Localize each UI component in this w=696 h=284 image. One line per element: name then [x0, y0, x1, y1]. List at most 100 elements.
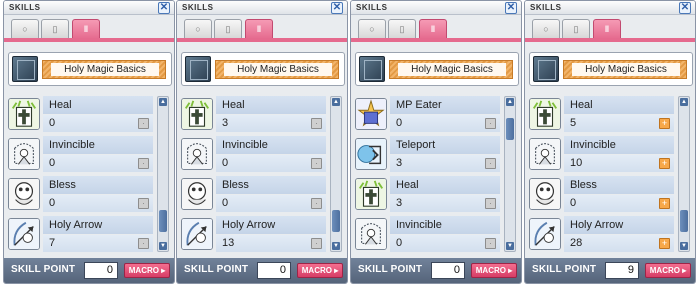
skill-level: 0: [49, 157, 56, 169]
level-up-button[interactable]: +: [659, 158, 670, 169]
scroll-thumb[interactable]: [680, 210, 688, 232]
macro-button[interactable]: MACRO ▸: [124, 263, 170, 278]
invincible-icon[interactable]: [529, 138, 561, 170]
level-up-button[interactable]: ·: [138, 198, 149, 209]
close-icon[interactable]: ✕: [331, 2, 343, 14]
job-banner: Holy Magic Basics: [42, 60, 166, 79]
scroll-thumb[interactable]: [506, 118, 514, 140]
scroll-down-icon[interactable]: ▼: [506, 242, 514, 250]
holy-arrow-icon[interactable]: [181, 218, 213, 250]
scroll-thumb[interactable]: [332, 210, 340, 232]
skill-row[interactable]: Bless 0 ·: [180, 174, 328, 214]
skill-row[interactable]: Holy Arrow 13 ·: [180, 214, 328, 254]
spellbook-icon: [533, 56, 559, 82]
tab-first-job[interactable]: ▯: [388, 19, 416, 39]
scroll-up-icon[interactable]: ▲: [332, 98, 340, 106]
tab-second-job[interactable]: ‖: [245, 19, 273, 39]
scroll-up-icon[interactable]: ▲: [506, 98, 514, 106]
skill-row[interactable]: Holy Arrow 7 ·: [7, 214, 155, 254]
invincible-icon[interactable]: [181, 138, 213, 170]
level-up-button[interactable]: ·: [138, 118, 149, 129]
title-bar[interactable]: SKILLS ✕: [351, 1, 521, 15]
scroll-thumb[interactable]: [159, 210, 167, 232]
level-up-button[interactable]: ·: [138, 158, 149, 169]
tab-first-job[interactable]: ▯: [562, 19, 590, 39]
level-up-button[interactable]: ·: [311, 238, 322, 249]
title-bar[interactable]: SKILLS ✕: [4, 1, 174, 15]
holy-arrow-icon[interactable]: [8, 218, 40, 250]
close-icon[interactable]: ✕: [505, 2, 517, 14]
heal-icon[interactable]: [355, 178, 387, 210]
level-up-button[interactable]: ·: [138, 238, 149, 249]
skill-level: 10: [570, 157, 583, 169]
skill-row[interactable]: Invincible 0 ·: [7, 134, 155, 174]
level-up-button[interactable]: +: [659, 118, 670, 129]
skill-level-field: 0 ·: [390, 235, 500, 252]
teleport-icon[interactable]: [355, 138, 387, 170]
tab-beginner[interactable]: ○: [11, 19, 39, 39]
skill-name: Bless: [43, 176, 153, 194]
skill-row[interactable]: Teleport 3 ·: [354, 134, 502, 174]
macro-button[interactable]: MACRO ▸: [297, 263, 343, 278]
skill-row[interactable]: Bless 0 ·: [7, 174, 155, 214]
tab-second-job[interactable]: ‖: [419, 19, 447, 39]
skill-row[interactable]: Invincible 10 +: [528, 134, 676, 174]
heal-icon[interactable]: [8, 98, 40, 130]
level-up-button[interactable]: ·: [485, 198, 496, 209]
skill-row[interactable]: Holy Arrow 28 +: [528, 214, 676, 254]
heal-icon[interactable]: [181, 98, 213, 130]
level-up-button[interactable]: ·: [311, 118, 322, 129]
scroll-up-icon[interactable]: ▲: [159, 98, 167, 106]
tab-beginner[interactable]: ○: [532, 19, 560, 39]
macro-button[interactable]: MACRO ▸: [645, 263, 691, 278]
level-up-button[interactable]: +: [659, 238, 670, 249]
scroll-down-icon[interactable]: ▼: [332, 242, 340, 250]
bless-icon[interactable]: [181, 178, 213, 210]
invincible-icon[interactable]: [8, 138, 40, 170]
skill-name: Holy Arrow: [43, 216, 153, 234]
tab-beginner[interactable]: ○: [358, 19, 386, 39]
skill-name: Invincible: [390, 216, 500, 234]
macro-button[interactable]: MACRO ▸: [471, 263, 517, 278]
skill-row[interactable]: Heal 3 ·: [354, 174, 502, 214]
skill-row[interactable]: MP Eater 0 ·: [354, 94, 502, 134]
scroll-up-icon[interactable]: ▲: [680, 98, 688, 106]
level-up-button[interactable]: +: [659, 198, 670, 209]
level-up-button[interactable]: ·: [311, 158, 322, 169]
skill-row[interactable]: Heal 5 +: [528, 94, 676, 134]
close-icon[interactable]: ✕: [679, 2, 691, 14]
tab-second-job[interactable]: ‖: [593, 19, 621, 39]
bless-icon[interactable]: [8, 178, 40, 210]
bless-icon[interactable]: [529, 178, 561, 210]
heal-icon[interactable]: [529, 98, 561, 130]
tab-first-job[interactable]: ▯: [214, 19, 242, 39]
scrollbar[interactable]: ▲ ▼: [504, 96, 516, 252]
title-bar[interactable]: SKILLS ✕: [177, 1, 347, 15]
scrollbar[interactable]: ▲ ▼: [330, 96, 342, 252]
spellbook-icon: [359, 56, 385, 82]
level-up-button[interactable]: ·: [485, 118, 496, 129]
level-up-button[interactable]: ·: [485, 238, 496, 249]
tab-second-job[interactable]: ‖: [72, 19, 100, 39]
scroll-down-icon[interactable]: ▼: [159, 242, 167, 250]
skill-row[interactable]: Bless 0 +: [528, 174, 676, 214]
close-icon[interactable]: ✕: [158, 2, 170, 14]
holy-arrow-icon[interactable]: [529, 218, 561, 250]
title-bar[interactable]: SKILLS ✕: [525, 1, 695, 15]
mp-eater-icon[interactable]: [355, 98, 387, 130]
level-up-button[interactable]: ·: [485, 158, 496, 169]
skill-name: Invincible: [216, 136, 326, 154]
tab-beginner[interactable]: ○: [184, 19, 212, 39]
skill-row[interactable]: Invincible 0 ·: [354, 214, 502, 254]
skill-row[interactable]: Heal 3 ·: [180, 94, 328, 134]
skill-level-field: 5 +: [564, 115, 674, 132]
skill-name: Holy Arrow: [564, 216, 674, 234]
skill-row[interactable]: Invincible 0 ·: [180, 134, 328, 174]
level-up-button[interactable]: ·: [311, 198, 322, 209]
skill-row[interactable]: Heal 0 ·: [7, 94, 155, 134]
scrollbar[interactable]: ▲ ▼: [678, 96, 690, 252]
invincible-icon[interactable]: [355, 218, 387, 250]
tab-first-job[interactable]: ▯: [41, 19, 69, 39]
scroll-down-icon[interactable]: ▼: [680, 242, 688, 250]
scrollbar[interactable]: ▲ ▼: [157, 96, 169, 252]
